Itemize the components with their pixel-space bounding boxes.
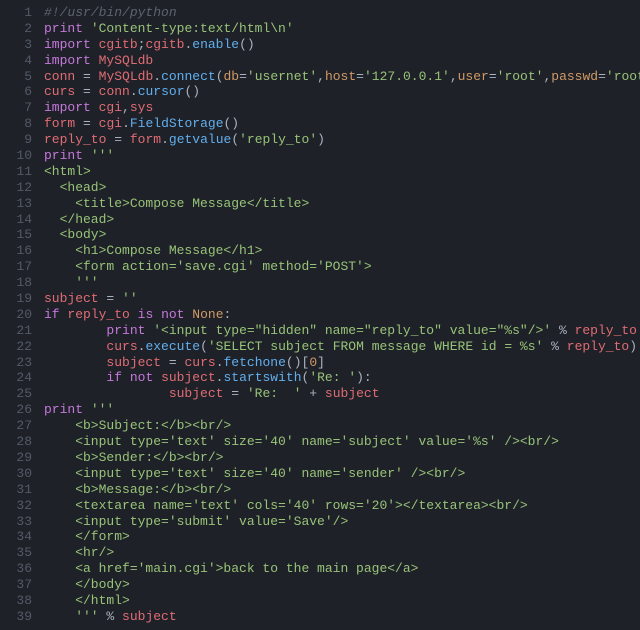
line-number: 31 [4, 482, 32, 498]
code-line: <hr/> [44, 545, 632, 561]
code-line: </body> [44, 577, 632, 593]
line-number: 6 [4, 84, 32, 100]
line-number: 33 [4, 514, 32, 530]
code-line: <form action='save.cgi' method='POST'> [44, 259, 632, 275]
code-line: import MySQLdb [44, 53, 632, 69]
line-number: 38 [4, 593, 32, 609]
code-line: subject = 'Re: ' + subject [44, 386, 632, 402]
code-area: #!/usr/bin/pythonprint 'Content-type:tex… [40, 0, 640, 630]
line-number: 34 [4, 529, 32, 545]
line-number: 25 [4, 386, 32, 402]
line-number: 8 [4, 116, 32, 132]
code-line: <input type='text' size='40' name='sende… [44, 466, 632, 482]
line-number: 24 [4, 370, 32, 386]
code-line: curs.execute('SELECT subject FROM messag… [44, 339, 632, 355]
code-line: <h1>Compose Message</h1> [44, 243, 632, 259]
code-line: subject = curs.fetchone()[0] [44, 355, 632, 371]
code-line: </form> [44, 529, 632, 545]
code-line: import cgi,sys [44, 100, 632, 116]
line-number: 32 [4, 498, 32, 514]
code-editor: 1234567891011121314151617181920212223242… [0, 0, 640, 630]
line-number: 22 [4, 339, 32, 355]
code-line: ''' [44, 275, 632, 291]
line-number: 4 [4, 53, 32, 69]
code-line: </html> [44, 593, 632, 609]
code-line: print 'Content-type:text/html\n' [44, 21, 632, 37]
line-number: 36 [4, 561, 32, 577]
code-line: <b>Message:</b><br/> [44, 482, 632, 498]
code-line: <a href='main.cgi'>back to the main page… [44, 561, 632, 577]
line-number: 14 [4, 212, 32, 228]
line-number: 23 [4, 355, 32, 371]
line-number-gutter: 1234567891011121314151617181920212223242… [0, 0, 40, 630]
code-line: <input type='text' size='40' name='subje… [44, 434, 632, 450]
code-line: reply_to = form.getvalue('reply_to') [44, 132, 632, 148]
line-number: 11 [4, 164, 32, 180]
line-number: 9 [4, 132, 32, 148]
line-number: 5 [4, 69, 32, 85]
line-number: 28 [4, 434, 32, 450]
line-number: 20 [4, 307, 32, 323]
line-number: 2 [4, 21, 32, 37]
code-line: import cgitb;cgitb.enable() [44, 37, 632, 53]
line-number: 21 [4, 323, 32, 339]
line-number: 37 [4, 577, 32, 593]
line-number: 19 [4, 291, 32, 307]
line-number: 18 [4, 275, 32, 291]
code-line: #!/usr/bin/python [44, 5, 632, 21]
code-line: conn = MySQLdb.connect(db='usernet',host… [44, 69, 632, 85]
line-number: 1 [4, 5, 32, 21]
line-number: 30 [4, 466, 32, 482]
code-line: <input type='submit' value='Save'/> [44, 514, 632, 530]
line-number: 17 [4, 259, 32, 275]
code-line: print ''' [44, 402, 632, 418]
code-line: <head> [44, 180, 632, 196]
line-number: 13 [4, 196, 32, 212]
line-number: 10 [4, 148, 32, 164]
code-line: <html> [44, 164, 632, 180]
line-number: 26 [4, 402, 32, 418]
code-line: <b>Subject:</b><br/> [44, 418, 632, 434]
line-number: 35 [4, 545, 32, 561]
code-line: if not subject.startswith('Re: '): [44, 370, 632, 386]
line-number: 16 [4, 243, 32, 259]
code-line: form = cgi.FieldStorage() [44, 116, 632, 132]
line-number: 12 [4, 180, 32, 196]
line-number: 15 [4, 227, 32, 243]
code-line: print '<input type="hidden" name="reply_… [44, 323, 632, 339]
line-number: 29 [4, 450, 32, 466]
code-line: <textarea name='text' cols='40' rows='20… [44, 498, 632, 514]
line-number: 7 [4, 100, 32, 116]
code-line: </head> [44, 212, 632, 228]
code-line: subject = '' [44, 291, 632, 307]
code-line: <title>Compose Message</title> [44, 196, 632, 212]
line-number: 27 [4, 418, 32, 434]
line-number: 3 [4, 37, 32, 53]
code-line: <body> [44, 227, 632, 243]
code-line: curs = conn.cursor() [44, 84, 632, 100]
code-line: if reply_to is not None: [44, 307, 632, 323]
code-line: <b>Sender:</b><br/> [44, 450, 632, 466]
code-line: print ''' [44, 148, 632, 164]
